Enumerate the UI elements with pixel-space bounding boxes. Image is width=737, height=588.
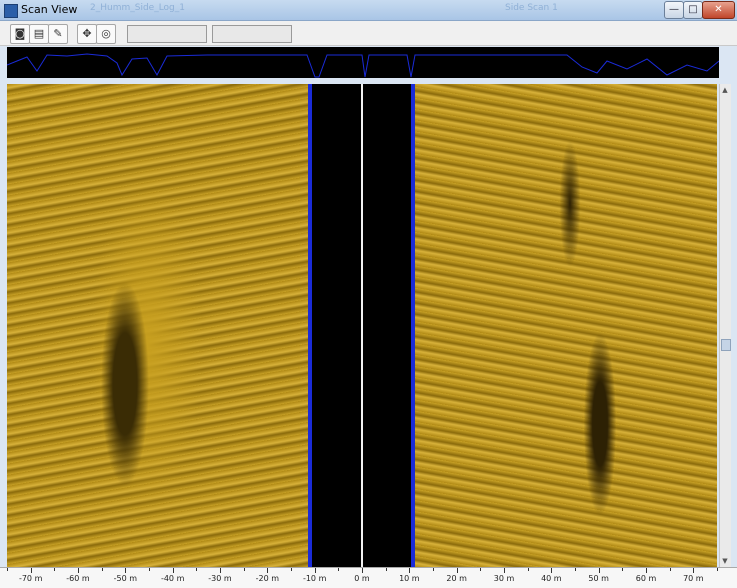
ruler-tick xyxy=(149,568,150,571)
ruler-tick xyxy=(433,568,434,571)
ruler-label: 70 m xyxy=(683,574,704,583)
ruler-tick xyxy=(480,568,482,571)
ruler-tick xyxy=(172,568,174,573)
ruler-tick xyxy=(101,568,103,571)
depth-trace-strip xyxy=(6,47,720,78)
maximize-button[interactable]: □ xyxy=(683,1,703,19)
range-ruler: -70 m -60 m -50 m -40 m -30 m -20 m -10 m 0 m 10… xyxy=(0,567,737,588)
starboard-bottom-trace xyxy=(411,84,415,567)
ruler-tick xyxy=(243,568,245,571)
ruler-tick xyxy=(693,568,695,573)
ruler-label: 20 m xyxy=(446,574,467,583)
ruler-label: 0 m xyxy=(354,574,370,583)
app-icon xyxy=(4,4,18,18)
ruler-tick xyxy=(314,568,316,573)
scroll-down-arrow-icon[interactable]: ▼ xyxy=(721,557,729,565)
ruler-tick xyxy=(362,568,363,573)
target-icon[interactable]: ✥ xyxy=(77,24,97,44)
ruler-tick xyxy=(7,568,8,571)
port-side-scan-image xyxy=(7,84,310,567)
window-title: Scan View xyxy=(21,3,78,16)
ruler-label: 60 m xyxy=(635,574,657,583)
settings-icon[interactable]: ◎ xyxy=(96,24,116,44)
ruler-label: -40 m xyxy=(160,574,185,583)
ruler-label: 40 m xyxy=(541,574,562,583)
ruler-label: -20 m xyxy=(255,574,280,583)
sonar-scan-view[interactable] xyxy=(7,84,717,567)
ruler-tick xyxy=(125,568,127,573)
ruler-tick xyxy=(196,568,198,571)
scroll-up-arrow-icon[interactable]: ▲ xyxy=(721,86,729,94)
background-tab-label: Side Scan 1 xyxy=(505,3,558,13)
ruler-tick xyxy=(527,568,529,571)
toolbar: ◙ ▤ ✎ ✥ ◎ xyxy=(0,21,737,46)
scroll-thumb[interactable] xyxy=(721,339,731,351)
ruler-tick xyxy=(267,568,269,573)
ruler-label: -60 m xyxy=(66,574,90,583)
toolbar-field-1[interactable] xyxy=(127,25,207,43)
ruler-label: -50 m xyxy=(113,574,138,583)
ruler-tick xyxy=(338,568,340,571)
ruler-tick xyxy=(646,568,647,573)
minimize-button[interactable]: — xyxy=(664,1,684,19)
ruler-tick xyxy=(669,568,671,571)
ruler-tick xyxy=(504,568,505,573)
depth-trace-graph xyxy=(6,53,720,78)
ruler-label: 50 m xyxy=(588,574,609,583)
camera-icon[interactable]: ◙ xyxy=(10,24,30,44)
ruler-tick xyxy=(78,568,79,573)
ruler-tick xyxy=(54,568,56,571)
ruler-label: -30 m xyxy=(208,574,232,583)
print-icon[interactable]: ▤ xyxy=(29,24,49,44)
close-button[interactable]: ✕ xyxy=(702,1,735,19)
nadir-centerline xyxy=(361,84,363,567)
ruler-tick xyxy=(598,568,600,573)
ruler-tick xyxy=(30,568,32,573)
toolbar-field-2[interactable] xyxy=(212,25,292,43)
ruler-label: 10 m xyxy=(399,574,420,583)
ruler-tick xyxy=(575,568,576,571)
ruler-tick xyxy=(456,568,458,573)
ruler-label: -70 m xyxy=(18,574,43,583)
ruler-tick xyxy=(409,568,411,573)
ruler-tick xyxy=(622,568,624,571)
ruler-label: -10 m xyxy=(302,574,327,583)
ruler-tick xyxy=(220,568,221,573)
ruler-tick xyxy=(717,568,718,571)
vertical-scrollbar[interactable]: ▲ ▼ xyxy=(719,84,731,567)
ruler-tick xyxy=(385,568,387,571)
background-tab-label: 2_Humm_Side_Log_1 xyxy=(90,3,185,13)
ruler-tick xyxy=(291,568,292,571)
title-bar: Scan View 2_Humm_Side_Log_1 Side Scan 1 … xyxy=(0,0,737,21)
ruler-label: 30 m xyxy=(493,574,515,583)
ruler-tick xyxy=(551,568,553,573)
pen-icon[interactable]: ✎ xyxy=(48,24,68,44)
starboard-side-scan-image xyxy=(415,84,717,567)
port-bottom-trace xyxy=(308,84,312,567)
